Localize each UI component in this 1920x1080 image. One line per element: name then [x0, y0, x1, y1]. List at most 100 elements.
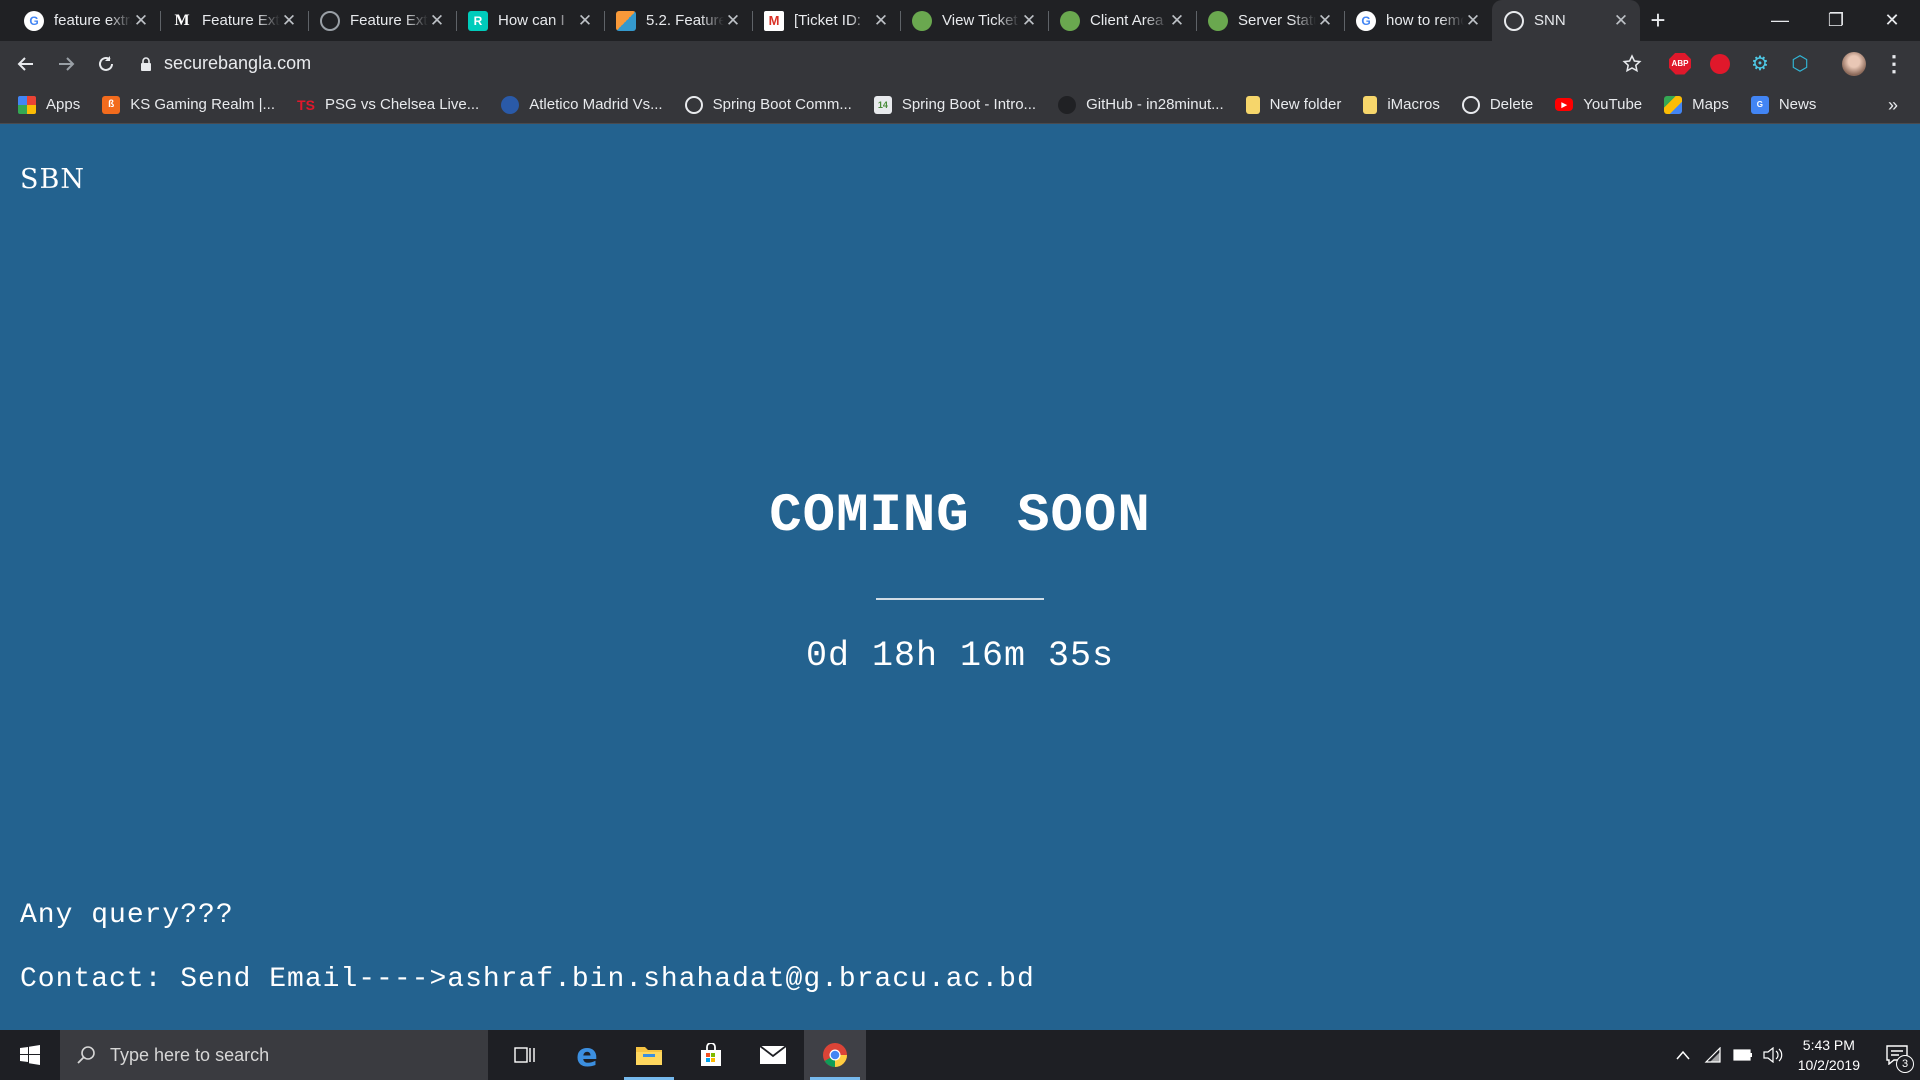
close-icon[interactable]: ✕	[1464, 11, 1482, 31]
tab-5[interactable]: M [Ticket ID: ✕	[752, 0, 900, 41]
ts-icon: TS	[297, 96, 315, 113]
show-hidden-icons-button[interactable]	[1668, 1050, 1698, 1060]
gear-extension[interactable]: ⚙	[1740, 44, 1780, 84]
network-button[interactable]	[1698, 1047, 1728, 1063]
store-icon	[701, 1043, 721, 1066]
globe-icon	[320, 10, 340, 31]
action-center-button[interactable]: 3	[1874, 1045, 1920, 1073]
close-icon[interactable]: ✕	[428, 11, 446, 31]
forward-button[interactable]	[46, 44, 86, 84]
search-icon	[76, 1045, 96, 1065]
bookmark-star-button[interactable]	[1612, 44, 1652, 84]
profile-avatar[interactable]	[1834, 44, 1874, 84]
hexagon-icon: ⬡	[1791, 53, 1809, 75]
site-brand[interactable]: SBN	[20, 164, 85, 195]
gmail-icon: M	[764, 10, 784, 31]
bookmark-apps[interactable]: Apps	[18, 95, 80, 114]
globe-icon	[684, 95, 703, 114]
mail-taskbar-button[interactable]	[742, 1030, 804, 1080]
bookmark-psg-chelsea[interactable]: TS PSG vs Chelsea Live...	[297, 96, 479, 114]
bookmark-label: GitHub - in28minut...	[1086, 96, 1224, 113]
tab-active[interactable]: SNN ✕	[1492, 0, 1640, 41]
tab-8[interactable]: Server Status ✕	[1196, 0, 1344, 41]
tab-title: 5.2. Feature	[646, 12, 724, 29]
bookmark-youtube[interactable]: ▶ YouTube	[1555, 96, 1642, 113]
bookmark-new-folder[interactable]: New folder	[1245, 95, 1341, 114]
adblock-extension[interactable]: ABP	[1660, 44, 1700, 84]
close-window-button[interactable]: ✕	[1864, 0, 1920, 41]
reload-button[interactable]	[86, 44, 126, 84]
tab-title: How can I	[498, 12, 565, 29]
tab-title: Feature Extraction	[350, 12, 428, 29]
adblock-icon: ABP	[1669, 52, 1691, 75]
close-icon[interactable]: ✕	[132, 11, 150, 31]
news-icon: G	[1750, 95, 1769, 114]
taskbar-search-box[interactable]: Type here to search	[60, 1030, 488, 1080]
bookmark-spring-boot-comm[interactable]: Spring Boot Comm...	[684, 95, 852, 114]
bookmark-label: Spring Boot - Intro...	[901, 96, 1037, 113]
sports-icon	[501, 95, 520, 114]
tab-4[interactable]: 5.2. Feature ✕	[604, 0, 752, 41]
bookmark-ks-gaming[interactable]: ß KS Gaming Realm |...	[102, 95, 275, 114]
gear-icon: ⚙	[1751, 53, 1769, 75]
tab-title: how to remove	[1386, 12, 1464, 29]
youtube-icon: ▶	[1555, 98, 1574, 111]
close-icon[interactable]: ✕	[1020, 11, 1038, 31]
vpn-extension[interactable]: ⬡	[1780, 44, 1820, 84]
bookmarks-overflow-button[interactable]: »	[1888, 86, 1898, 124]
battery-button[interactable]	[1728, 1049, 1758, 1061]
store-taskbar-button[interactable]	[680, 1030, 742, 1080]
tab-strip: G feature extraction ✕ M Feature Extract…	[0, 0, 1920, 41]
ks-icon: ß	[102, 95, 121, 114]
clock-time: 5:43 PM	[1802, 1037, 1855, 1053]
volume-button[interactable]	[1758, 1047, 1788, 1063]
tab-2[interactable]: Feature Extraction ✕	[308, 0, 456, 41]
taskbar-clock[interactable]: 5:43 PM 10/2/2019	[1798, 1035, 1860, 1075]
windows-logo-icon	[20, 1045, 40, 1065]
restore-button[interactable]: ❐	[1808, 0, 1864, 41]
bookmark-github[interactable]: GitHub - in28minut...	[1058, 95, 1224, 114]
tab-0[interactable]: G feature extraction ✕	[12, 0, 160, 41]
hand-extension[interactable]	[1700, 44, 1740, 84]
start-button[interactable]	[0, 1030, 60, 1080]
close-icon[interactable]: ✕	[1168, 11, 1186, 31]
edge-taskbar-button[interactable]: e	[556, 1030, 618, 1080]
bookmark-news[interactable]: G News	[1750, 95, 1816, 114]
back-button[interactable]	[6, 44, 46, 84]
window-controls: — ❐ ✕	[1752, 0, 1920, 41]
tab-list: G feature extraction ✕ M Feature Extract…	[0, 0, 1640, 41]
windows-taskbar: Type here to search e 5:43 PM 10/2/2019	[0, 1030, 1920, 1080]
bookmark-delete[interactable]: Delete	[1461, 95, 1533, 114]
tab-7[interactable]: Client Area ✕	[1048, 0, 1196, 41]
countdown-timer: 0d 18h 16m 35s	[805, 636, 1115, 676]
close-icon[interactable]: ✕	[1316, 11, 1334, 31]
bookmark-maps[interactable]: Maps	[1664, 95, 1729, 114]
close-icon[interactable]: ✕	[280, 11, 298, 31]
tab-1[interactable]: M Feature Extraction ✕	[160, 0, 308, 41]
tab-3[interactable]: R How can I ✕	[456, 0, 604, 41]
bookmark-label: KS Gaming Realm |...	[130, 96, 275, 113]
new-tab-button[interactable]: +	[1640, 0, 1676, 41]
bookmark-imacros[interactable]: iMacros	[1363, 95, 1440, 114]
chrome-icon	[823, 1043, 847, 1068]
close-icon[interactable]: ✕	[724, 11, 742, 31]
chrome-taskbar-button[interactable]	[804, 1030, 866, 1080]
minimize-button[interactable]: —	[1752, 0, 1808, 41]
bookmark-atletico[interactable]: Atletico Madrid Vs...	[501, 95, 663, 114]
back-arrow-icon	[17, 56, 33, 71]
medium-icon: M	[174, 11, 190, 29]
task-view-button[interactable]	[494, 1030, 556, 1080]
address-bar[interactable]: securebangla.com	[140, 46, 1618, 81]
tab-9[interactable]: G how to remove ✕	[1344, 0, 1492, 41]
search-placeholder: Type here to search	[110, 1044, 270, 1065]
bookmark-spring-boot-intro[interactable]: 14 Spring Boot - Intro...	[873, 95, 1037, 114]
tab-6[interactable]: View Ticket ✕	[900, 0, 1048, 41]
chrome-menu-button[interactable]: ⋮	[1874, 44, 1914, 84]
close-icon[interactable]: ✕	[872, 11, 890, 31]
close-icon[interactable]: ✕	[1612, 11, 1630, 31]
close-icon[interactable]: ✕	[576, 11, 594, 31]
file-explorer-taskbar-button[interactable]	[618, 1030, 680, 1080]
folder-icon	[1245, 95, 1260, 114]
tab-title: Feature Extraction	[202, 12, 280, 29]
bookmarks-bar: Apps ß KS Gaming Realm |... TS PSG vs Ch…	[0, 86, 1920, 124]
